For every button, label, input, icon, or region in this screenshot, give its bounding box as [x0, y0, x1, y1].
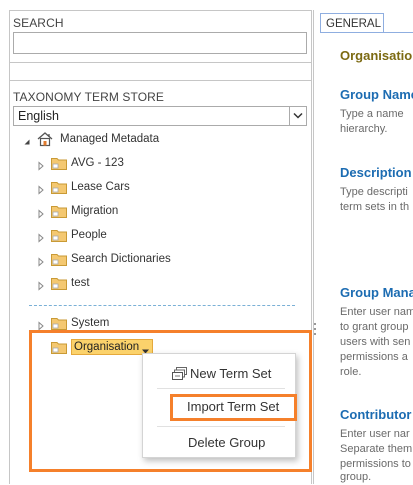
tree-group-node[interactable]: Lease Cars: [36, 178, 130, 196]
delete-group-label: Delete Group: [188, 435, 266, 450]
tree-root-node[interactable]: Managed Metadata: [22, 130, 159, 148]
system-group-separator: [29, 305, 295, 306]
tree-system-label: System: [71, 317, 110, 329]
home-icon: [36, 131, 56, 147]
folder-icon: [51, 277, 67, 290]
tree-group-label: test: [71, 277, 90, 289]
properties-title: Organisation: [340, 48, 413, 63]
delete-group-menu-item[interactable]: Delete Group: [188, 435, 265, 450]
folder-icon: [51, 317, 67, 330]
divider-line: [9, 62, 312, 63]
tree-group-node[interactable]: Migration: [36, 202, 118, 220]
group-name-help-line: Type a name: [340, 108, 404, 120]
tab-strip-line: [320, 32, 413, 33]
folder-icon: [51, 157, 67, 170]
search-input[interactable]: [13, 32, 307, 54]
tree-group-node[interactable]: Search Dictionaries: [36, 250, 171, 268]
collapse-triangle-icon[interactable]: [22, 134, 32, 145]
group-managers-help-line: to grant group: [340, 321, 409, 333]
tree-group-label: Lease Cars: [71, 181, 130, 193]
tree-group-label: People: [71, 229, 107, 241]
expand-triangle-icon[interactable]: [36, 278, 46, 291]
folder-icon: [51, 341, 67, 354]
expand-triangle-icon[interactable]: [36, 254, 46, 267]
group-name-help-line: hierarchy.: [340, 123, 388, 135]
tree-selected-node[interactable]: Organisation: [51, 338, 154, 356]
tab-general[interactable]: GENERAL: [320, 13, 384, 33]
tree-group-label: AVG - 123: [71, 157, 124, 169]
tree-group-node[interactable]: AVG - 123: [36, 154, 124, 172]
folder-icon: [51, 253, 67, 266]
group-managers-help-line: role.: [340, 366, 362, 378]
contributors-heading: Contributor: [340, 407, 412, 422]
resize-grip-icon[interactable]: [313, 322, 317, 336]
tree-group-label: Search Dictionaries: [71, 253, 171, 265]
search-label: SEARCH: [13, 16, 64, 30]
expand-triangle-icon[interactable]: [36, 158, 46, 171]
group-managers-heading: Group Mana: [340, 285, 413, 300]
dropdown-arrow-icon[interactable]: [142, 345, 150, 353]
new-term-set-icon: [171, 366, 188, 381]
description-heading: Description: [340, 165, 412, 180]
contributors-help-line: Separate them: [340, 443, 413, 455]
group-context-menu: New Term Set Import Term Set Delete Grou…: [142, 353, 297, 458]
description-help-line: term sets in th: [340, 201, 410, 213]
new-term-set-label: New Term Set: [190, 366, 272, 381]
pane-divider[interactable]: [313, 10, 314, 484]
group-managers-help-line: permissions a: [340, 351, 408, 363]
term-store-label: TAXONOMY TERM STORE: [13, 90, 165, 104]
selected-group-label: Organisation: [74, 341, 140, 353]
folder-icon: [51, 181, 67, 194]
divider-line: [9, 80, 312, 81]
tree-root-label: Managed Metadata: [60, 133, 160, 145]
expand-triangle-icon[interactable]: [36, 230, 46, 243]
tree-group-node[interactable]: People: [36, 226, 107, 244]
import-term-set-menu-item[interactable]: Import Term Set: [187, 399, 279, 414]
contributors-help-line: group.: [340, 471, 372, 483]
selected-group-chip[interactable]: Organisation: [71, 339, 154, 355]
taxonomy-navigation-pane: SEARCH TAXONOMY TERM STORE English Manag…: [0, 0, 312, 484]
menu-separator: [157, 426, 285, 427]
group-name-heading: Group Name: [340, 87, 413, 102]
chevron-down-icon[interactable]: [289, 107, 306, 125]
group-managers-help-line: Enter user nam: [340, 306, 413, 318]
tree-group-label: Migration: [71, 205, 119, 217]
folder-icon: [51, 205, 67, 218]
new-term-set-menu-item[interactable]: New Term Set: [171, 366, 271, 381]
contributors-help-line: Enter user nar: [340, 428, 410, 440]
description-help-line: Type descripti: [340, 186, 408, 198]
menu-separator: [157, 388, 285, 389]
folder-icon: [51, 229, 67, 242]
import-term-set-label: Import Term Set: [187, 399, 280, 414]
language-select-value: English: [18, 109, 59, 123]
expand-triangle-icon[interactable]: [36, 182, 46, 195]
group-managers-help-line: users with sen: [340, 336, 411, 348]
expand-triangle-icon[interactable]: [36, 318, 46, 331]
tree-group-node[interactable]: test: [36, 274, 90, 292]
expand-triangle-icon[interactable]: [36, 206, 46, 219]
language-select[interactable]: English: [13, 106, 307, 126]
